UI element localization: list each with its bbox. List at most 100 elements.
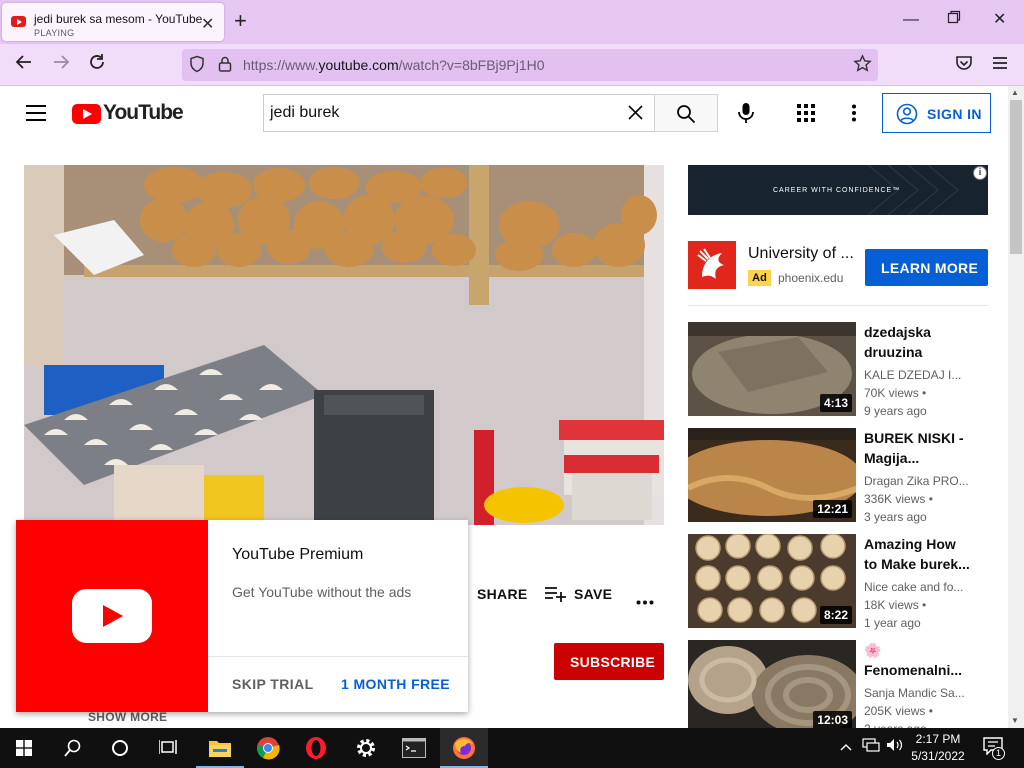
file-explorer-taskbar-icon[interactable] (196, 728, 244, 768)
restore-window-button[interactable] (947, 10, 961, 30)
recommendation-channel[interactable]: Dragan Zika PRO... (864, 472, 969, 490)
recommendation-thumbnail[interactable]: 4:13 (688, 322, 856, 416)
chrome-taskbar-icon[interactable] (244, 728, 292, 768)
sign-in-button[interactable]: SIGN IN (882, 93, 991, 133)
tracking-protection-shield-icon[interactable] (188, 55, 206, 79)
minimize-window-button[interactable]: — (903, 10, 919, 30)
new-tab-button[interactable]: + (234, 9, 247, 33)
sign-in-label: SIGN IN (927, 106, 982, 122)
recommendation-age: 9 years ago (864, 404, 927, 418)
clear-search-icon[interactable] (627, 104, 644, 126)
youtube-favicon-icon (11, 16, 26, 27)
learn-more-button[interactable]: LEARN MORE (865, 249, 988, 286)
network-icon[interactable] (862, 738, 880, 757)
settings-taskbar-icon[interactable] (342, 728, 390, 768)
skip-trial-button[interactable]: SKIP TRIAL (232, 676, 314, 692)
save-button[interactable]: SAVE (574, 586, 612, 602)
premium-divider (208, 656, 468, 657)
recommendation-age: 3 years ago (864, 510, 927, 524)
recommendation-thumbnail[interactable]: 12:21 (688, 428, 856, 522)
volume-icon[interactable] (886, 738, 904, 757)
ad-domain: phoenix.edu (778, 271, 844, 285)
video-duration: 4:13 (819, 394, 852, 412)
recommendation-views: 336K views • (864, 492, 933, 506)
task-view-icon (159, 740, 177, 754)
microphone-icon (738, 103, 754, 123)
ad-badge: Ad (748, 270, 771, 286)
one-month-free-button[interactable]: 1 MONTH FREE (341, 676, 450, 692)
bookmark-star-icon[interactable] (853, 54, 872, 79)
video-duration: 12:21 (813, 500, 852, 518)
task-view-button[interactable] (144, 728, 192, 768)
cortana-button[interactable] (96, 728, 144, 768)
reload-icon (90, 54, 104, 69)
clock-date: 5/31/2022 (911, 749, 965, 763)
app-menu-icon[interactable] (991, 54, 1009, 78)
apps-grid-icon[interactable] (797, 104, 815, 127)
recommendation-title[interactable]: BUREK NISKI - Magija... (864, 428, 994, 468)
taskbar-search-button[interactable] (48, 728, 96, 768)
recommendation-title[interactable]: Amazing How to Make burek... (864, 534, 994, 574)
tab-playing-status: PLAYING (34, 28, 75, 38)
recommendation-title[interactable]: 🌸 Fenomenalni... (864, 640, 994, 680)
restore-icon (947, 10, 961, 24)
terminal-taskbar-icon[interactable] (390, 728, 438, 768)
recommendation-age: 1 year ago (864, 616, 921, 630)
scroll-down-arrow-icon[interactable]: ▼ (1011, 716, 1019, 725)
youtube-logo-text[interactable]: YouTube (103, 101, 184, 125)
opera-taskbar-icon[interactable] (292, 728, 340, 768)
settings-more-icon[interactable] (851, 104, 857, 127)
chrome-icon (257, 737, 280, 760)
recommendation-channel[interactable]: Sanja Mandic Sa... (864, 684, 965, 702)
folder-icon (209, 741, 231, 757)
phoenix-bird-icon (697, 248, 724, 279)
firefox-taskbar-icon[interactable] (440, 728, 488, 768)
video-player[interactable] (24, 165, 664, 525)
account-icon (896, 103, 918, 125)
advertiser-logo[interactable] (688, 241, 736, 289)
notification-count-badge: 1 (992, 747, 1005, 760)
cortana-circle-icon (112, 740, 128, 756)
scroll-up-arrow-icon[interactable]: ▲ (1011, 88, 1019, 97)
reload-button[interactable] (87, 52, 107, 78)
voice-search-button[interactable] (737, 102, 755, 129)
subscribe-button[interactable]: SUBSCRIBE (554, 643, 664, 680)
guide-menu-icon[interactable] (26, 104, 46, 127)
recommendation-views: 18K views • (864, 598, 927, 612)
search-icon (64, 739, 81, 757)
ad-banner-text: CAREER WITH CONFIDENCE™ (773, 187, 901, 194)
recommendation-title[interactable]: dzedajska druuzina (864, 322, 994, 362)
close-tab-icon[interactable]: ✕ (201, 14, 214, 34)
browser-tab[interactable]: jedi burek sa mesom - YouTube PLAYING ✕ (2, 3, 224, 41)
windows-logo-icon (16, 740, 32, 756)
add-to-playlist-icon[interactable] (545, 586, 567, 607)
close-window-button[interactable]: ✕ (993, 10, 1006, 30)
start-button[interactable] (0, 728, 48, 768)
scrollbar-thumb[interactable] (1010, 100, 1022, 254)
chevron-up-icon (840, 744, 852, 751)
more-actions-icon[interactable] (636, 592, 654, 610)
search-button[interactable] (654, 94, 718, 132)
system-clock[interactable]: 2:17 PM 5/31/2022 (910, 731, 966, 765)
youtube-logo-icon[interactable] (72, 104, 101, 124)
recommendation-thumbnail[interactable]: 8:22 (688, 534, 856, 628)
show-hidden-icons-button[interactable] (840, 739, 852, 757)
search-query-text[interactable]: jedi burek (270, 104, 339, 122)
ad-title[interactable]: University of ... (748, 245, 854, 263)
firefox-icon (453, 737, 475, 759)
show-more-button[interactable]: SHOW MORE (88, 710, 167, 724)
url-text[interactable]: https://www.youtube.com/watch?v=8bFBj9Pj… (243, 57, 545, 73)
forward-button[interactable] (51, 52, 71, 78)
recommendation-channel[interactable]: KALE DZEDAJ I... (864, 366, 961, 384)
share-button[interactable]: SHARE (477, 586, 528, 602)
ad-info-icon[interactable]: i (973, 166, 987, 180)
recommendation-views: 70K views • (864, 386, 927, 400)
action-center-button[interactable]: 1 (983, 737, 1007, 761)
pocket-icon[interactable] (955, 54, 973, 78)
tab-title: jedi burek sa mesom - YouTube (34, 12, 203, 26)
back-button[interactable] (14, 52, 34, 78)
youtube-play-logo-icon (72, 589, 152, 643)
recommendation-thumbnail[interactable]: 12:03 (688, 640, 856, 728)
recommendation-channel[interactable]: Nice cake and fo... (864, 578, 963, 596)
lock-icon[interactable] (216, 55, 234, 79)
